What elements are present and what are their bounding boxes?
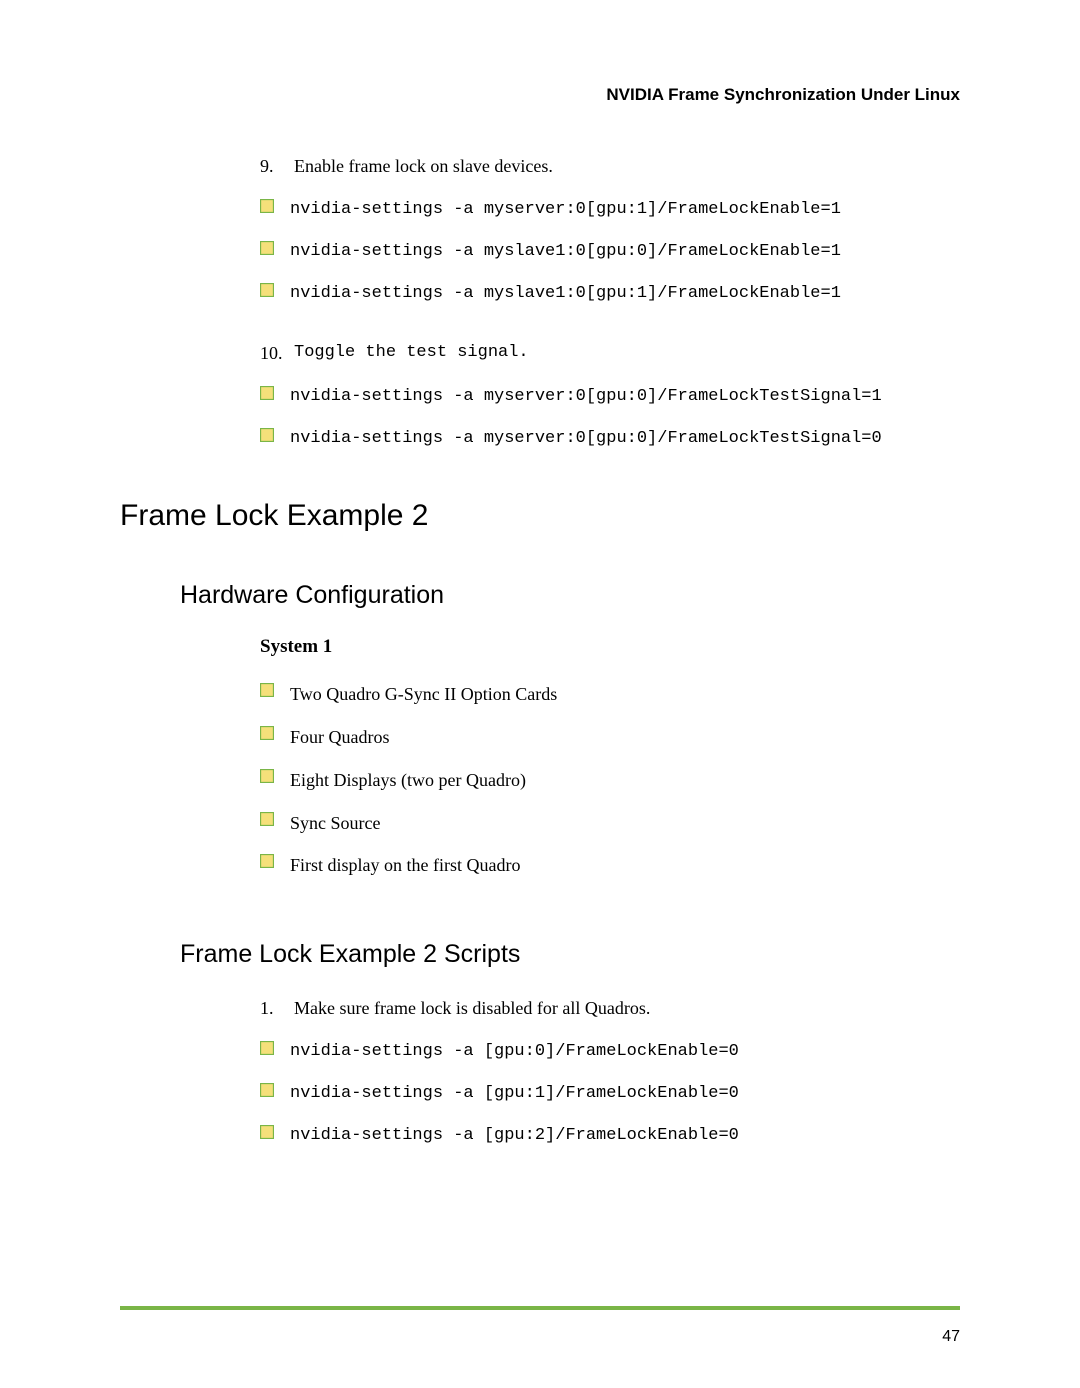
square-bullet-icon	[260, 812, 290, 826]
command-item: nvidia-settings -a myserver:0[gpu:0]/Fra…	[260, 383, 960, 411]
step-number: 1.	[260, 995, 294, 1022]
hardware-list: Two Quadro G-Sync II Option Cards Four Q…	[260, 680, 960, 880]
list-text: Eight Displays (two per Quadro)	[290, 766, 526, 795]
command-item: nvidia-settings -a myserver:0[gpu:0]/Fra…	[260, 425, 960, 453]
heading-example-2: Frame Lock Example 2	[120, 499, 960, 533]
list-text: Four Quadros	[290, 723, 390, 752]
list-item: Two Quadro G-Sync II Option Cards	[260, 680, 960, 709]
list-text: Two Quadro G-Sync II Option Cards	[290, 680, 557, 709]
list-item: Sync Source	[260, 809, 960, 838]
square-bullet-icon	[260, 386, 290, 400]
list-text: First display on the first Quadro	[290, 851, 520, 880]
square-bullet-icon	[260, 1083, 290, 1097]
list-item: Eight Displays (two per Quadro)	[260, 766, 960, 795]
step-number: 9.	[260, 153, 294, 180]
command-item: nvidia-settings -a [gpu:0]/FrameLockEnab…	[260, 1038, 960, 1066]
step-text: Make sure frame lock is disabled for all…	[294, 995, 650, 1022]
command-text: nvidia-settings -a [gpu:2]/FrameLockEnab…	[290, 1122, 739, 1150]
page-header: NVIDIA Frame Synchronization Under Linux	[120, 85, 960, 105]
square-bullet-icon	[260, 1125, 290, 1139]
step-10: 10. Toggle the test signal.	[260, 340, 960, 367]
command-item: nvidia-settings -a [gpu:2]/FrameLockEnab…	[260, 1122, 960, 1150]
command-text: nvidia-settings -a myslave1:0[gpu:1]/Fra…	[290, 280, 841, 308]
command-item: nvidia-settings -a [gpu:1]/FrameLockEnab…	[260, 1080, 960, 1108]
main-content: 9. Enable frame lock on slave devices. n…	[260, 153, 960, 453]
heading-system-1: System 1	[260, 636, 960, 658]
command-text: nvidia-settings -a myserver:0[gpu:0]/Fra…	[290, 383, 882, 411]
square-bullet-icon	[260, 726, 290, 740]
square-bullet-icon	[260, 199, 290, 213]
heading-hardware-config: Hardware Configuration	[180, 581, 960, 610]
scripts-list: 1. Make sure frame lock is disabled for …	[260, 995, 960, 1150]
header-title: NVIDIA Frame Synchronization Under Linux	[606, 85, 960, 104]
footer-divider	[120, 1306, 960, 1310]
square-bullet-icon	[260, 854, 290, 868]
script-step-1: 1. Make sure frame lock is disabled for …	[260, 995, 960, 1022]
square-bullet-icon	[260, 683, 290, 697]
command-text: nvidia-settings -a myserver:0[gpu:1]/Fra…	[290, 196, 841, 224]
page-footer: 47	[120, 1306, 960, 1346]
list-item: First display on the first Quadro	[260, 851, 960, 880]
command-item: nvidia-settings -a myslave1:0[gpu:0]/Fra…	[260, 238, 960, 266]
step-9: 9. Enable frame lock on slave devices.	[260, 153, 960, 180]
heading-example-2-scripts: Frame Lock Example 2 Scripts	[180, 940, 960, 969]
list-item: Four Quadros	[260, 723, 960, 752]
command-text: nvidia-settings -a [gpu:0]/FrameLockEnab…	[290, 1038, 739, 1066]
command-text: nvidia-settings -a myslave1:0[gpu:0]/Fra…	[290, 238, 841, 266]
step-text: Enable frame lock on slave devices.	[294, 153, 553, 180]
command-text: nvidia-settings -a [gpu:1]/FrameLockEnab…	[290, 1080, 739, 1108]
command-item: nvidia-settings -a myslave1:0[gpu:1]/Fra…	[260, 280, 960, 308]
command-item: nvidia-settings -a myserver:0[gpu:1]/Fra…	[260, 196, 960, 224]
square-bullet-icon	[260, 283, 290, 297]
square-bullet-icon	[260, 241, 290, 255]
square-bullet-icon	[260, 1041, 290, 1055]
list-text: Sync Source	[290, 809, 380, 838]
square-bullet-icon	[260, 428, 290, 442]
square-bullet-icon	[260, 769, 290, 783]
page-number: 47	[120, 1328, 960, 1346]
step-number: 10.	[260, 340, 294, 367]
command-text: nvidia-settings -a myserver:0[gpu:0]/Fra…	[290, 425, 882, 453]
step-text: Toggle the test signal.	[294, 340, 529, 367]
